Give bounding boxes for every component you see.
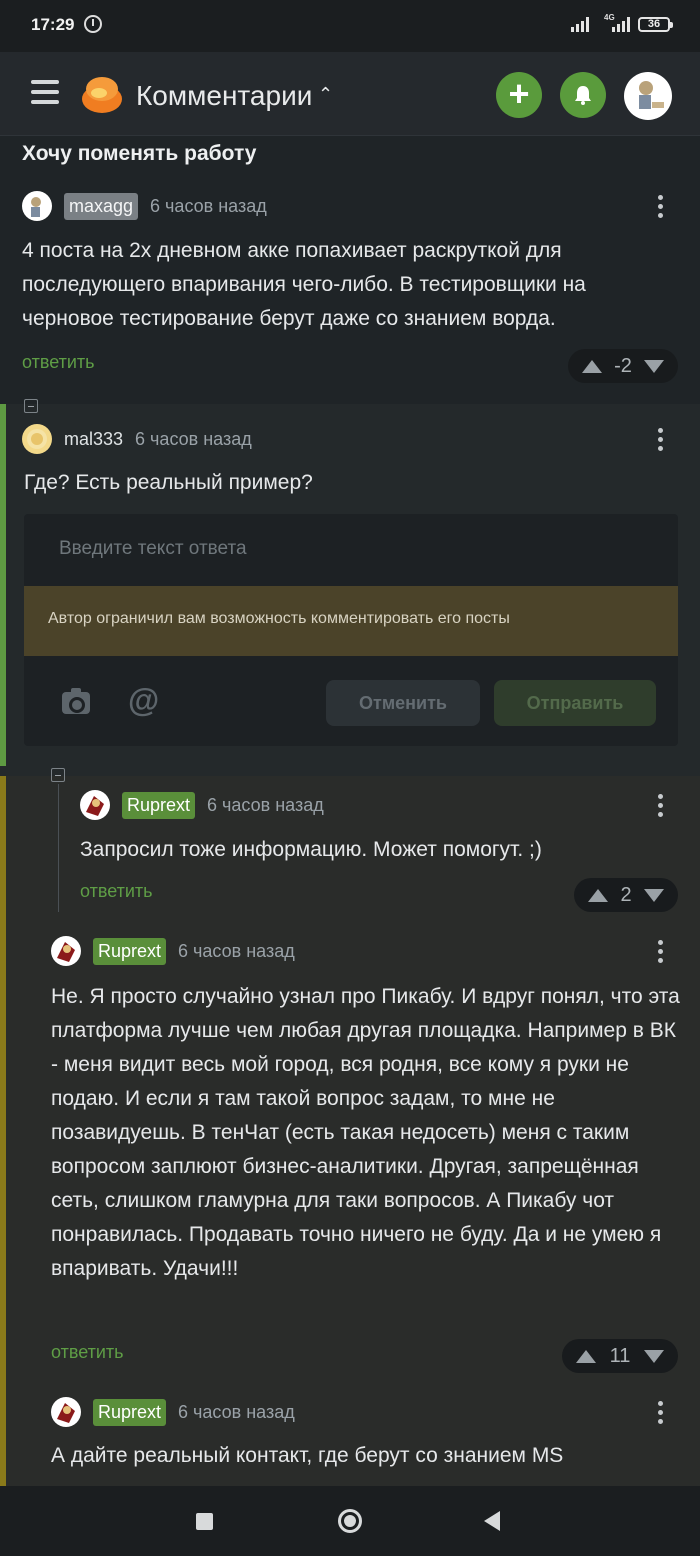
comment-time: 6 часов назад — [207, 794, 324, 815]
thread-line — [58, 784, 59, 912]
arrow-down-icon[interactable] — [644, 888, 664, 902]
comment-time: 6 часов назад — [178, 940, 295, 961]
restriction-notice: Автор ограничил вам возможность комменти… — [24, 586, 678, 656]
avatar[interactable] — [51, 1397, 81, 1427]
comment-text: Запросил тоже информацию. Может помогут.… — [80, 838, 542, 861]
comment-header: Ruprext 6 часов назад — [51, 1397, 295, 1427]
avatar[interactable] — [22, 424, 52, 454]
comment-text: Не. Я просто случайно узнал про Пикабу. … — [51, 985, 680, 1280]
more-vert-icon[interactable] — [658, 940, 664, 966]
post-title[interactable]: Хочу поменять работу — [22, 142, 256, 166]
vote-control: 2 — [574, 878, 678, 912]
arrow-down-icon[interactable] — [643, 359, 664, 373]
cancel-button[interactable]: Отменить — [326, 680, 480, 726]
arrow-up-icon[interactable] — [576, 1349, 596, 1363]
signal-icon-2 — [612, 17, 630, 32]
back-button[interactable] — [484, 1511, 500, 1531]
recents-button[interactable] — [196, 1513, 213, 1530]
comment-time: 6 часов назад — [150, 195, 267, 216]
add-post-button[interactable]: + — [496, 72, 542, 118]
collapse-toggle[interactable] — [24, 399, 38, 413]
username[interactable]: maxagg — [64, 192, 139, 220]
pikabu-logo[interactable] — [81, 75, 123, 115]
menu-icon[interactable] — [31, 80, 59, 106]
arrow-down-icon[interactable] — [643, 1349, 664, 1363]
avatar[interactable] — [22, 191, 52, 221]
comment-text: А дайте реальный контакт, где берут со з… — [51, 1444, 564, 1467]
avatar[interactable] — [51, 936, 81, 966]
username[interactable]: Ruprext — [93, 937, 167, 965]
page-title[interactable]: Комментарии — [136, 80, 312, 112]
status-bar: 17:29 4G 36 — [0, 0, 700, 52]
reply-link[interactable]: ответить — [51, 1342, 124, 1363]
notifications-button[interactable] — [560, 72, 606, 118]
restriction-text: Автор ограничил вам возможность комменти… — [48, 610, 510, 627]
username[interactable]: Ruprext — [93, 1398, 167, 1426]
comment-header: Ruprext 6 часов назад — [80, 790, 324, 820]
more-vert-icon[interactable] — [658, 195, 664, 221]
comment-time: 6 часов назад — [178, 1401, 295, 1422]
comment-time: 6 часов назад — [135, 428, 252, 449]
home-button[interactable] — [338, 1509, 362, 1533]
rating: 11 — [609, 1344, 631, 1367]
comment-text: Где? Есть реальный пример? — [24, 471, 313, 494]
arrow-up-icon[interactable] — [588, 888, 608, 902]
app-bar: Комментарии ⌃ + — [0, 52, 700, 136]
more-vert-icon[interactable] — [658, 428, 664, 454]
system-nav-bar — [0, 1486, 700, 1556]
collapse-toggle[interactable] — [51, 768, 65, 782]
vote-control: 11 — [562, 1339, 678, 1373]
at-icon[interactable]: @ — [128, 682, 159, 719]
battery-icon: 36 — [638, 17, 673, 32]
chevron-up-icon[interactable]: ⌃ — [318, 84, 333, 105]
branch-indicator — [0, 776, 6, 1486]
status-time: 17:29 — [31, 15, 75, 34]
arrow-up-icon[interactable] — [582, 359, 602, 373]
bell-icon — [575, 86, 591, 105]
comment-header: maxagg 6 часов назад — [22, 191, 267, 221]
comment-header: mal333 6 часов назад — [22, 424, 252, 454]
reply-input[interactable]: Введите текст ответа — [59, 538, 247, 560]
rating: -2 — [614, 354, 632, 377]
alarm-icon — [84, 15, 102, 33]
more-vert-icon[interactable] — [658, 1401, 664, 1427]
profile-avatar[interactable] — [624, 72, 672, 120]
comment-text: 4 поста на 2х дневном акке попахивает ра… — [22, 239, 586, 330]
send-button[interactable]: Отправить — [494, 680, 656, 726]
plus-icon: + — [508, 73, 530, 114]
reply-link[interactable]: ответить — [22, 352, 95, 373]
branch-indicator — [0, 404, 6, 766]
comment-header: Ruprext 6 часов назад — [51, 936, 295, 966]
rating: 2 — [620, 883, 632, 906]
username[interactable]: mal333 — [64, 429, 123, 450]
signal-icon — [571, 17, 589, 32]
reply-form: Введите текст ответа Автор ограничил вам… — [24, 514, 678, 746]
vote-control: -2 — [568, 349, 678, 383]
avatar[interactable] — [80, 790, 110, 820]
more-vert-icon[interactable] — [658, 794, 664, 820]
camera-icon[interactable] — [62, 688, 90, 714]
reply-link[interactable]: ответить — [80, 881, 153, 902]
username[interactable]: Ruprext — [122, 791, 196, 819]
